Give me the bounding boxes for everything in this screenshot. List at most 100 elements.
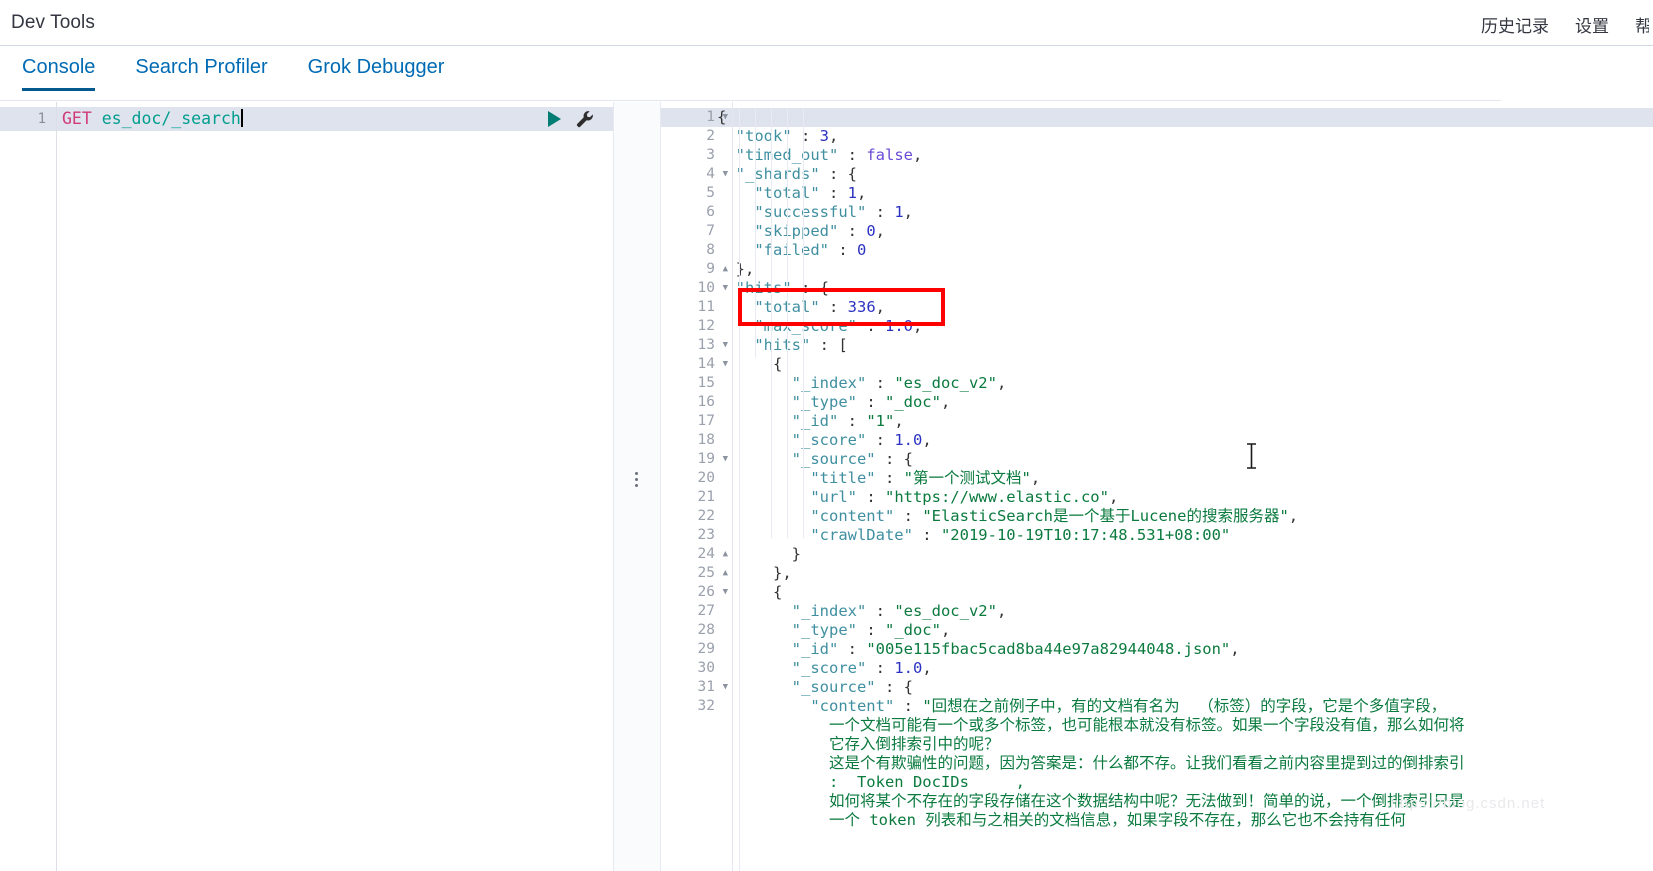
- code-token: 3: [819, 127, 829, 145]
- handle-dot: [635, 484, 638, 487]
- code-token: 1: [894, 203, 904, 221]
- response-line-number: 18: [697, 432, 715, 448]
- response-line-number: 28: [697, 622, 715, 638]
- indent-guide: [771, 108, 772, 538]
- response-line-number: 22: [697, 508, 715, 524]
- response-line-number: 3: [706, 147, 715, 163]
- code-token: :: [838, 146, 867, 164]
- nav-item-settings[interactable]: 设置: [1575, 12, 1609, 37]
- response-code-line: "timed_out" : false,: [717, 146, 1653, 165]
- code-token: {: [903, 450, 913, 468]
- request-input[interactable]: GET es_doc/_search: [62, 107, 243, 131]
- code-token: },: [717, 260, 755, 278]
- text-caret: [240, 109, 243, 127]
- tab-grok-debugger[interactable]: Grok Debugger: [308, 46, 445, 91]
- response-wrapped-line: 一个 token 列表和与之相关的文档信息，如果字段不存在，那么它也不会持有任何: [717, 811, 1406, 829]
- code-token: ,: [1230, 640, 1240, 658]
- response-line-number: 13 ▼: [697, 337, 728, 353]
- code-token: "_source": [717, 678, 876, 696]
- response-code-line: "_id" : "1",: [717, 412, 1653, 431]
- response-line-number: 21: [697, 489, 715, 505]
- response-code-line: {: [717, 583, 1653, 602]
- code-token: :: [894, 507, 923, 525]
- response-line-number: 31 ▼: [697, 679, 728, 695]
- indent-guide: [739, 108, 740, 871]
- response-line-number: 27: [697, 603, 715, 619]
- pane-splitter[interactable]: [613, 102, 661, 871]
- code-token: :: [856, 488, 885, 506]
- code-token: 1.0: [894, 431, 923, 449]
- response-code-line: "title" : "第一个测试文档",: [717, 469, 1653, 488]
- response-code-line: "total" : 336,: [717, 298, 1653, 317]
- code-token: ,: [912, 317, 923, 335]
- code-token: :: [866, 203, 895, 221]
- splitter-drag-handle[interactable]: [635, 472, 639, 487]
- code-token: {: [847, 165, 857, 183]
- indent-guide: [787, 108, 788, 538]
- response-line-number: 24 ▲: [697, 546, 728, 562]
- response-wrapped-line: 它存入倒排索引中的呢？: [717, 735, 1000, 753]
- code-token: }: [717, 545, 801, 563]
- response-code-line: "_source" : {: [717, 678, 1653, 697]
- code-token: ,: [875, 222, 886, 240]
- code-token: "第一个测试文档": [903, 469, 1031, 487]
- indent-guide: [755, 108, 756, 358]
- response-line-number: 20: [697, 470, 715, 486]
- response-code-line: "_index" : "es_doc_v2",: [717, 374, 1653, 393]
- tab-search-profiler[interactable]: Search Profiler: [135, 46, 267, 91]
- code-token: ,: [903, 203, 913, 221]
- code-token: ,: [913, 146, 923, 164]
- response-code-line: "_score" : 1.0,: [717, 431, 1653, 450]
- code-token: "_doc": [884, 393, 941, 411]
- response-code-line: {: [717, 108, 1653, 127]
- code-token: :: [838, 222, 867, 240]
- code-token: :: [856, 621, 885, 639]
- tab-console[interactable]: Console: [22, 46, 96, 91]
- code-token: "回想在之前例子中，有的文档有名为 （标签）的字段，它是个多值字段，: [922, 697, 1447, 715]
- splitter-left-border: [613, 102, 614, 871]
- code-token: "hits": [717, 336, 811, 354]
- code-token: ,: [875, 298, 885, 316]
- editor-line-number: 1: [0, 107, 56, 131]
- indent-guide: [803, 108, 804, 538]
- app-header: Dev Tools 历史记录 设置 帮助: [0, 0, 1653, 46]
- response-wrapped-line: 一个文档可能有一个或多个标签，也可能根本就没有标签。如果一个字段没有值，那么如何…: [717, 716, 1465, 734]
- response-code-line: "skipped" : 0,: [717, 222, 1653, 241]
- nav-item-history[interactable]: 历史记录: [1481, 12, 1549, 37]
- code-token: false: [866, 146, 913, 164]
- response-wrapped-line: 这是个有欺骗性的问题，因为答案是：什么都不存。让我们看看之前内容里提到过的倒排索…: [717, 754, 1465, 772]
- response-code-line: "_score" : 1.0,: [717, 659, 1653, 678]
- code-token: "content": [717, 697, 895, 715]
- code-token: "_id": [717, 640, 839, 658]
- response-code-line: "_id" : "005e115fbac5cad8ba44e97a8294404…: [717, 640, 1653, 659]
- response-line-number: 29: [697, 641, 715, 657]
- response-code-line: "url" : "https://www.elastic.co",: [717, 488, 1653, 507]
- editor-gutter: 1: [0, 102, 56, 871]
- nav-item-help[interactable]: 帮助: [1635, 12, 1649, 37]
- play-icon[interactable]: [548, 111, 561, 127]
- response-code-line: "_index" : "es_doc_v2",: [717, 602, 1653, 621]
- response-line-number: 8: [706, 242, 715, 258]
- response-line-number: 25 ▲: [697, 565, 728, 581]
- code-token: "timed_out": [717, 146, 839, 164]
- code-token: :: [810, 336, 839, 354]
- response-code-line: "content" : "ElasticSearch是一个基于Lucene的搜索…: [717, 507, 1653, 526]
- request-editor-pane[interactable]: 1 GET es_doc/_search: [0, 102, 613, 871]
- code-token: :: [912, 526, 941, 544]
- code-token: :: [856, 317, 885, 335]
- response-line-number: 16: [697, 394, 715, 410]
- code-token: },: [717, 564, 792, 582]
- response-line-number: 30: [697, 660, 715, 676]
- wrench-icon[interactable]: [575, 109, 595, 129]
- response-line-number: 19 ▼: [697, 451, 728, 467]
- response-line-number: 10 ▼: [697, 280, 728, 296]
- code-token: "total": [717, 184, 820, 202]
- code-token: 0: [856, 241, 867, 259]
- code-token: "es_doc_v2": [894, 374, 997, 392]
- code-token: 1.0: [884, 317, 913, 335]
- code-token: :: [838, 640, 867, 658]
- code-token: 0: [866, 222, 876, 240]
- response-code-line: "max_score" : 1.0,: [717, 317, 1653, 336]
- response-viewer-pane[interactable]: 1 ▼ 2 3 4 ▼ 5 6 7 8 9 ▲ 10 ▼ 11 12 13 ▼ 14 ▼ 15 16 17 18 19 ▼ 20 21…: [661, 102, 1653, 871]
- response-code-line: "hits" : [: [717, 336, 1653, 355]
